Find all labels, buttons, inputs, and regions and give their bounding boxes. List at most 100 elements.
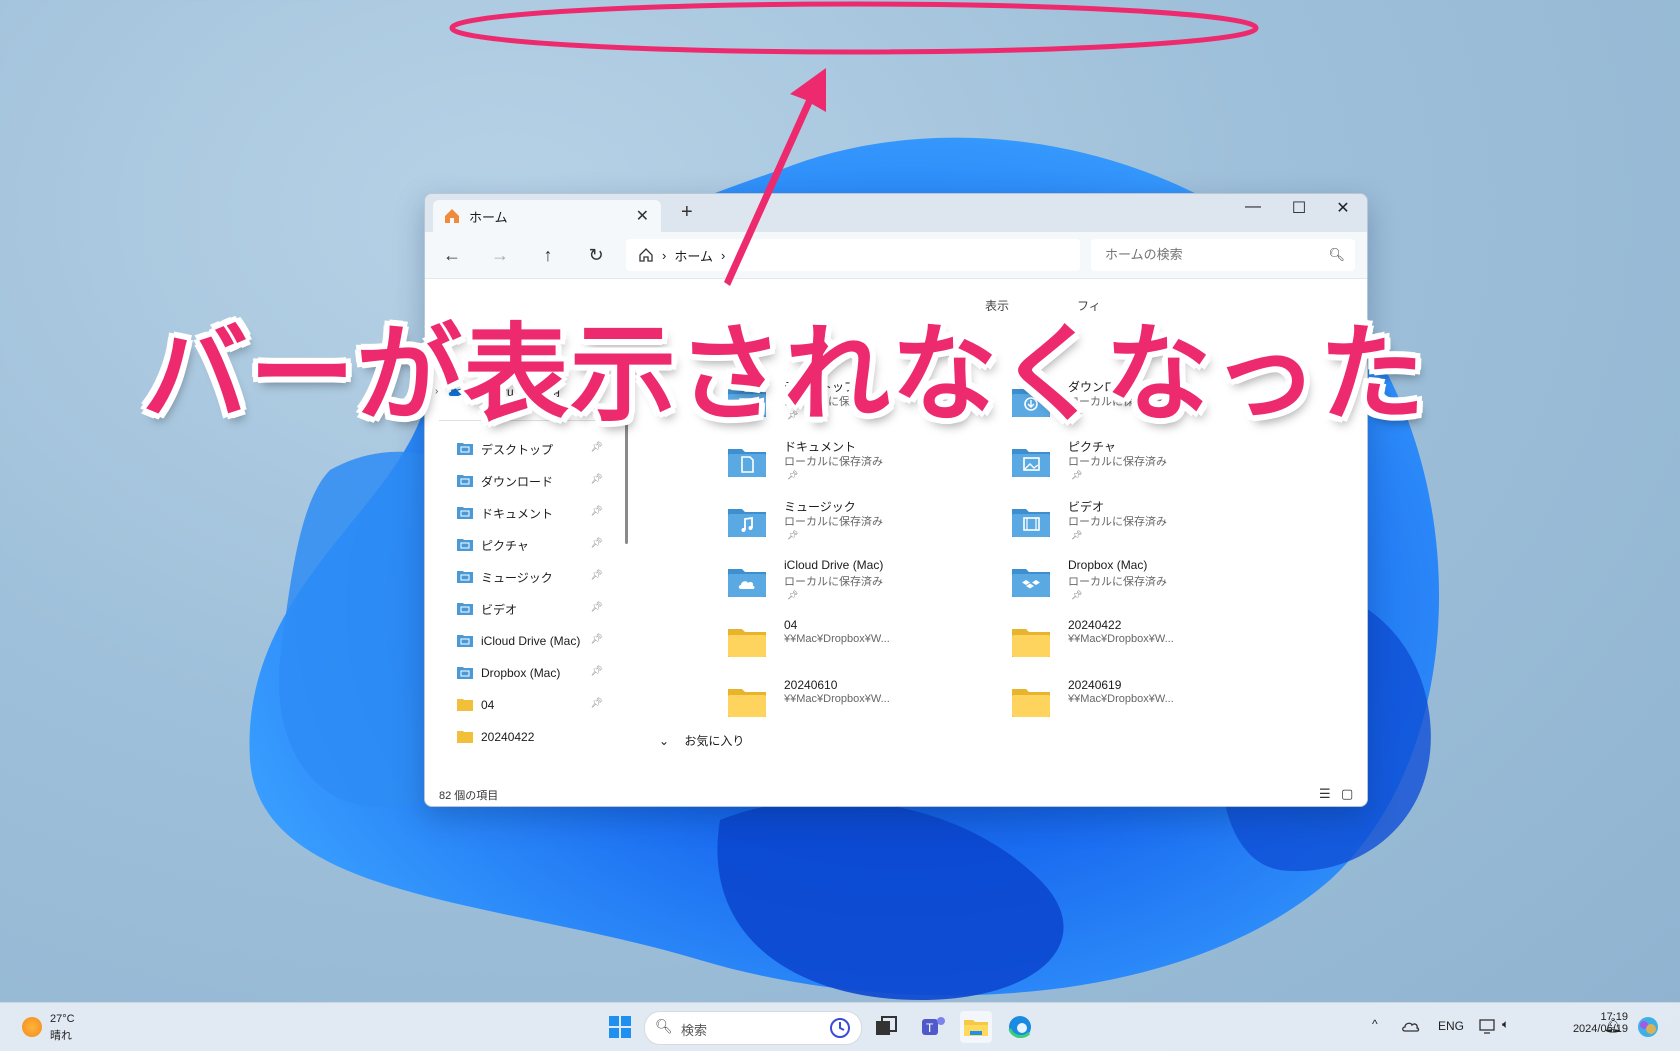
cloud-icon xyxy=(727,564,767,598)
pin-icon: 📌︎ xyxy=(1071,590,1083,600)
quick-access-item[interactable]: ビデオ ローカルに保存済み 📌︎ xyxy=(1011,498,1241,552)
item-location: ローカルに保存済み xyxy=(784,576,883,588)
pin-icon: 📌︎ xyxy=(787,530,799,540)
tab-home[interactable]: ホーム ✕ xyxy=(433,200,661,232)
breadcrumb-sep: › xyxy=(720,247,726,263)
address-bar: ← → ↑ ↻ › ホーム › 🔍︎ xyxy=(425,232,1367,279)
nav-item-label: ドキュメント xyxy=(481,506,554,521)
item-location: ¥¥Mac¥Dropbox¥W... xyxy=(784,633,890,645)
chevron-down-icon: ⌄ xyxy=(659,734,670,748)
taskbar-search-label: 検索 xyxy=(681,1023,708,1038)
nav-item[interactable]: 20240422 xyxy=(457,724,611,750)
document-icon xyxy=(457,505,473,522)
quick-access-item[interactable]: ミュージック ローカルに保存済み 📌︎ xyxy=(727,498,957,552)
start-icon[interactable] xyxy=(604,1011,636,1043)
item-name: 20240610 xyxy=(784,678,838,692)
nav-item[interactable]: ピクチャ 📌︎ xyxy=(457,532,611,558)
teams-icon[interactable]: T xyxy=(916,1011,948,1043)
home-icon xyxy=(445,209,459,223)
item-name: 20240619 xyxy=(1068,678,1122,692)
quick-access-item[interactable]: 20240610 ¥¥Mac¥Dropbox¥W... xyxy=(727,678,957,732)
nav-item-label: ダウンロード xyxy=(481,474,554,489)
favorites-header[interactable]: ⌄ お気に入り xyxy=(659,732,744,749)
sun-icon xyxy=(22,1017,42,1037)
search-input[interactable] xyxy=(1103,246,1327,263)
nav-item-label: iCloud Drive (Mac) xyxy=(481,634,581,648)
quick-access-item[interactable]: 20240619 ¥¥Mac¥Dropbox¥W... xyxy=(1011,678,1241,732)
forward-button[interactable]: → xyxy=(485,242,515,268)
notification-bell-icon[interactable]: 🔔︎ xyxy=(1604,1017,1622,1034)
nav-item[interactable]: iCloud Drive (Mac) 📌︎ xyxy=(457,628,611,654)
maximize-button[interactable]: ☐ xyxy=(1277,198,1321,218)
quick-access-item[interactable]: ドキュメント ローカルに保存済み 📌︎ xyxy=(727,438,957,492)
item-location: ローカルに保存済み xyxy=(1068,516,1167,528)
item-location: ローカルに保存済み xyxy=(784,516,883,528)
item-name: Dropbox (Mac) xyxy=(1068,558,1148,572)
nav-item[interactable]: ダウンロード 📌︎ xyxy=(457,468,611,494)
folder-icon xyxy=(457,729,473,746)
onedrive-tray-icon[interactable] xyxy=(1402,1019,1420,1033)
close-tab-icon[interactable]: ✕ xyxy=(636,206,649,226)
item-name: 20240422 xyxy=(1068,618,1122,632)
search-box[interactable]: 🔍︎ xyxy=(1091,239,1355,271)
overlay-caption: バーが表示されなくなった xyxy=(142,316,1426,434)
svg-text:T: T xyxy=(926,1021,934,1035)
item-location: ¥¥Mac¥Dropbox¥W... xyxy=(1068,633,1174,645)
nav-item[interactable]: Dropbox (Mac) 📌︎ xyxy=(457,660,611,686)
pin-icon: 📌︎ xyxy=(787,470,799,480)
quick-access-item[interactable]: 04 ¥¥Mac¥Dropbox¥W... xyxy=(727,618,957,672)
language-indicator[interactable]: ENG xyxy=(1438,1019,1464,1033)
quick-access-item[interactable]: iCloud Drive (Mac) ローカルに保存済み 📌︎ xyxy=(727,558,957,612)
nav-item-label: 20240422 xyxy=(481,730,535,744)
weather-temp: 27°C xyxy=(50,1013,75,1025)
music-icon xyxy=(457,569,473,586)
minimize-button[interactable]: — xyxy=(1231,198,1275,216)
task-view-icon[interactable] xyxy=(870,1011,902,1043)
pin-icon: 📌︎ xyxy=(590,442,603,453)
breadcrumb[interactable]: › ホーム › xyxy=(626,239,1080,271)
pin-icon: 📌︎ xyxy=(590,698,603,709)
copilot-icon[interactable] xyxy=(1636,1015,1660,1039)
video-icon xyxy=(1011,504,1051,538)
picture-icon xyxy=(1011,444,1051,478)
network-icon[interactable] xyxy=(1478,1017,1498,1035)
edge-icon[interactable] xyxy=(1004,1011,1036,1043)
folder-icon xyxy=(727,684,767,718)
pin-icon: 📌︎ xyxy=(590,474,603,485)
quick-access-item[interactable]: Dropbox (Mac) ローカルに保存済み 📌︎ xyxy=(1011,558,1241,612)
volume-icon[interactable]: 🔈︎ xyxy=(1502,1017,1509,1032)
item-location: ローカルに保存済み xyxy=(1068,576,1167,588)
refresh-button[interactable]: ↻ xyxy=(581,242,611,268)
nav-item[interactable]: ミュージック 📌︎ xyxy=(457,564,611,590)
file-explorer-window: ホーム ✕ + — ☐ ✕ ← → ↑ ↻ › ホーム › 🔍︎ 表示 フィ ›… xyxy=(424,193,1368,807)
folder-icon xyxy=(1011,684,1051,718)
nav-item[interactable]: ドキュメント 📌︎ xyxy=(457,500,611,526)
search-highlight-icon xyxy=(830,1018,850,1038)
pin-icon: 📌︎ xyxy=(590,538,603,549)
details-view-icon[interactable]: ☰ xyxy=(1319,786,1331,802)
quick-access-item[interactable]: 20240422 ¥¥Mac¥Dropbox¥W... xyxy=(1011,618,1241,672)
file-explorer-icon[interactable] xyxy=(960,1011,992,1043)
pin-icon: 📌︎ xyxy=(590,602,603,613)
folder-icon xyxy=(1011,624,1051,658)
up-button[interactable]: ↑ xyxy=(533,242,563,268)
item-location: ¥¥Mac¥Dropbox¥W... xyxy=(1068,693,1174,705)
nav-item-label: ビデオ xyxy=(481,602,518,617)
breadcrumb-home[interactable]: ホーム xyxy=(674,246,713,265)
dropbox-icon xyxy=(1011,564,1051,598)
show-hidden-icons[interactable]: ^ xyxy=(1372,1017,1378,1031)
nav-item-label: ミュージック xyxy=(481,570,553,585)
new-tab-button[interactable]: + xyxy=(681,201,693,224)
close-window-button[interactable]: ✕ xyxy=(1321,198,1365,218)
pin-icon: 📌︎ xyxy=(787,590,799,600)
tiles-view-icon[interactable]: ▢ xyxy=(1341,786,1353,802)
nav-item[interactable]: 04 📌︎ xyxy=(457,692,611,718)
desktop-icon xyxy=(457,441,473,458)
nav-item-label: デスクトップ xyxy=(481,442,554,457)
back-button[interactable]: ← xyxy=(437,242,467,268)
taskbar-search[interactable]: 🔍︎ 検索 xyxy=(644,1011,862,1045)
search-icon: 🔍︎ xyxy=(655,1018,673,1034)
quick-access-item[interactable]: ピクチャ ローカルに保存済み 📌︎ xyxy=(1011,438,1241,492)
tab-title: ホーム xyxy=(469,209,508,225)
nav-item[interactable]: ビデオ 📌︎ xyxy=(457,596,611,622)
